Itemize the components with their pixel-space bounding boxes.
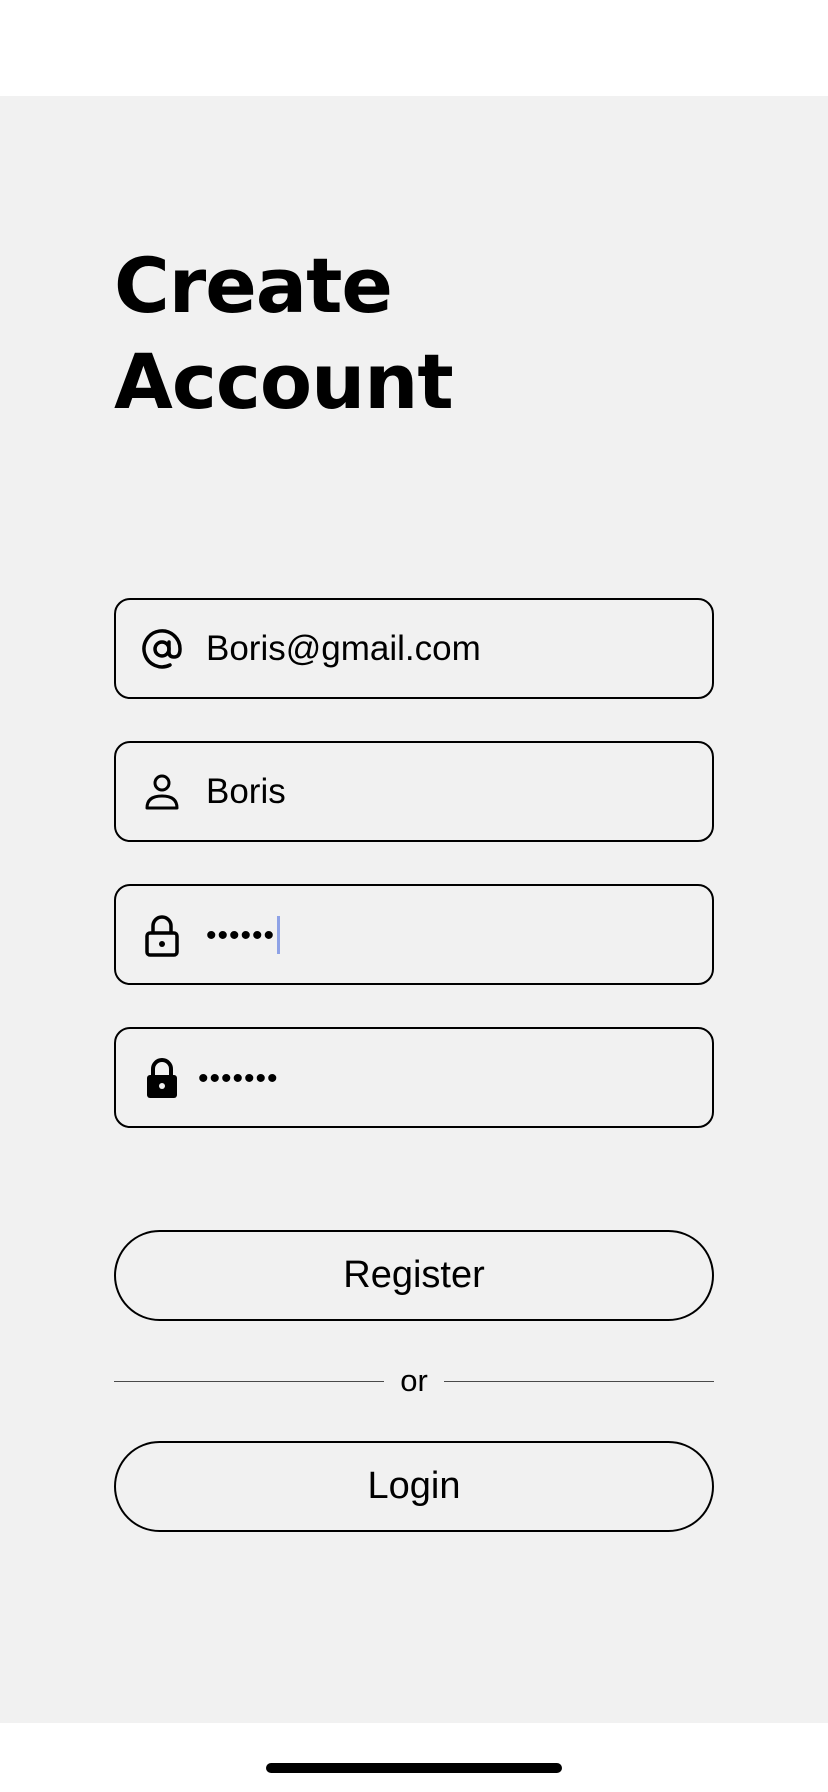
page-title-line-1: Create (114, 241, 393, 330)
confirm-password-dots: ••••••• (198, 1061, 279, 1095)
divider-line-right (444, 1381, 714, 1382)
at-sign-icon (140, 627, 184, 671)
status-bar (0, 0, 828, 96)
text-caret (277, 916, 281, 955)
email-field[interactable]: Boris@gmail.com (114, 598, 714, 699)
confirm-password-value: ••••••• (198, 1057, 279, 1099)
person-icon (140, 770, 184, 814)
page-title: Create Account (114, 238, 454, 430)
password-field[interactable]: •••••• (114, 884, 714, 985)
confirm-password-field[interactable]: ••••••• (114, 1027, 714, 1128)
password-value: •••••• (206, 914, 281, 956)
lock-open-outline-icon (140, 913, 184, 957)
name-value: Boris (206, 771, 286, 811)
login-button[interactable]: Login (114, 1441, 714, 1532)
lock-filled-icon (140, 1056, 184, 1100)
home-indicator (266, 1763, 562, 1773)
divider-line-left (114, 1381, 384, 1382)
divider-label: or (400, 1363, 428, 1398)
register-button[interactable]: Register (114, 1230, 714, 1321)
email-value: Boris@gmail.com (206, 628, 481, 668)
password-dots: •••••• (206, 918, 276, 952)
name-field[interactable]: Boris (114, 741, 714, 842)
page-title-line-2: Account (114, 337, 454, 426)
